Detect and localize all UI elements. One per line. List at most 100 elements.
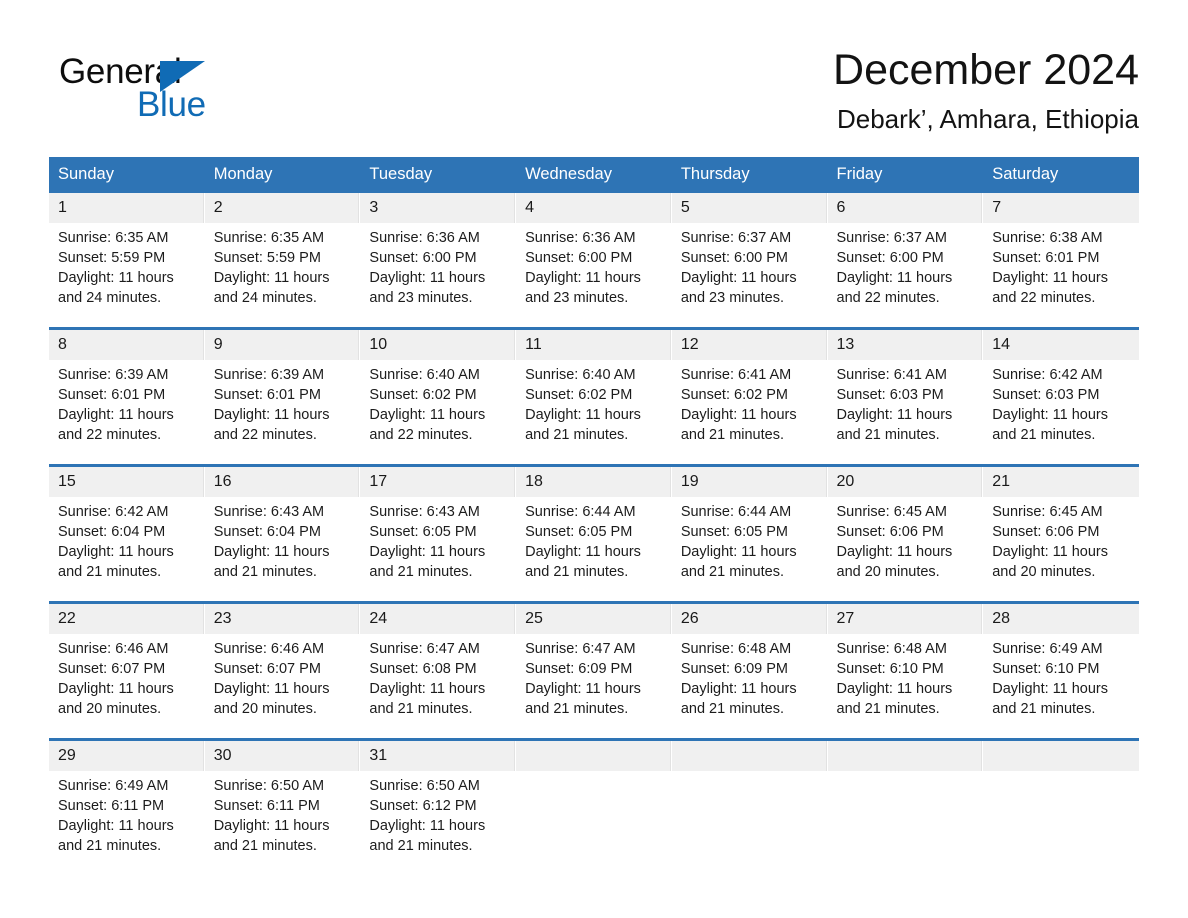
week-row: 29 Sunrise: 6:49 AM Sunset: 6:11 PM Dayl… <box>49 738 1139 857</box>
sunset-text: Sunset: 6:11 PM <box>58 798 165 814</box>
day-number: 29 <box>49 741 204 771</box>
week-row: 15 Sunrise: 6:42 AM Sunset: 6:04 PM Dayl… <box>49 464 1139 583</box>
day-number: 28 <box>983 604 1139 634</box>
day-details: Sunrise: 6:44 AM Sunset: 6:05 PM Dayligh… <box>516 497 671 582</box>
day-cell[interactable]: 9 Sunrise: 6:39 AM Sunset: 6:01 PM Dayli… <box>204 330 361 446</box>
sunrise-text: Sunrise: 6:36 AM <box>525 230 636 246</box>
sunrise-text: Sunrise: 6:44 AM <box>680 504 792 520</box>
day-cell[interactable]: 24 Sunrise: 6:47 AM Sunset: 6:08 PM Dayl… <box>360 604 517 720</box>
day-details: Sunrise: 6:45 AM Sunset: 6:06 PM Dayligh… <box>983 497 1139 582</box>
sunrise-text: Sunrise: 6:37 AM <box>680 230 792 246</box>
day-cell[interactable]: 19 Sunrise: 6:44 AM Sunset: 6:05 PM Dayl… <box>671 467 828 583</box>
day-cell[interactable]: 20 Sunrise: 6:45 AM Sunset: 6:06 PM Dayl… <box>827 467 984 583</box>
day-number: 5 <box>671 193 827 223</box>
day-number <box>516 741 671 771</box>
day-cell[interactable]: 15 Sunrise: 6:42 AM Sunset: 6:04 PM Dayl… <box>49 467 205 583</box>
day-cell[interactable]: 14 Sunrise: 6:42 AM Sunset: 6:03 PM Dayl… <box>983 330 1139 446</box>
day-cell[interactable]: 10 Sunrise: 6:40 AM Sunset: 6:02 PM Dayl… <box>360 330 517 446</box>
day-details: Sunrise: 6:36 AM Sunset: 6:00 PM Dayligh… <box>516 223 671 308</box>
day-cell[interactable]: 30 Sunrise: 6:50 AM Sunset: 6:11 PM Dayl… <box>204 741 361 857</box>
day-details: Sunrise: 6:49 AM Sunset: 6:11 PM Dayligh… <box>49 771 204 856</box>
week-spacer <box>49 720 1139 740</box>
daylight-text-line1: Daylight: 11 hours <box>680 681 797 697</box>
day-cell[interactable]: 28 Sunrise: 6:49 AM Sunset: 6:10 PM Dayl… <box>983 604 1139 720</box>
day-cell[interactable]: 6 Sunrise: 6:37 AM Sunset: 6:00 PM Dayli… <box>827 193 984 309</box>
daylight-text-line1: Daylight: 11 hours <box>58 544 174 560</box>
daylight-text-line2: and 23 minutes. <box>680 290 784 306</box>
sunrise-text: Sunrise: 6:39 AM <box>58 367 169 383</box>
daylight-text-line2: and 20 minutes. <box>992 564 1096 580</box>
sunset-text: Sunset: 6:02 PM <box>525 387 633 403</box>
sunrise-text: Sunrise: 6:38 AM <box>992 230 1103 246</box>
day-details <box>828 771 983 776</box>
day-cell[interactable]: 16 Sunrise: 6:43 AM Sunset: 6:04 PM Dayl… <box>204 467 361 583</box>
daylight-text-line1: Daylight: 11 hours <box>836 407 953 423</box>
sunrise-text: Sunrise: 6:48 AM <box>680 641 792 657</box>
title-block: December 2024 Debark’, Amhara, Ethiopia <box>833 44 1139 136</box>
page-title: December 2024 <box>833 46 1139 94</box>
sunrise-text: Sunrise: 6:41 AM <box>836 367 947 383</box>
sunset-text: Sunset: 6:02 PM <box>680 387 789 403</box>
sunrise-text: Sunrise: 6:44 AM <box>525 504 636 520</box>
day-cell[interactable]: 17 Sunrise: 6:43 AM Sunset: 6:05 PM Dayl… <box>360 467 517 583</box>
day-details: Sunrise: 6:40 AM Sunset: 6:02 PM Dayligh… <box>360 360 515 445</box>
day-details: Sunrise: 6:50 AM Sunset: 6:12 PM Dayligh… <box>360 771 515 856</box>
day-cell[interactable]: 27 Sunrise: 6:48 AM Sunset: 6:10 PM Dayl… <box>827 604 984 720</box>
day-cell[interactable]: 13 Sunrise: 6:41 AM Sunset: 6:03 PM Dayl… <box>827 330 984 446</box>
day-cell[interactable]: 25 Sunrise: 6:47 AM Sunset: 6:09 PM Dayl… <box>516 604 672 720</box>
day-cell[interactable]: 4 Sunrise: 6:36 AM Sunset: 6:00 PM Dayli… <box>516 193 672 309</box>
day-number: 14 <box>983 330 1139 360</box>
sunrise-text: Sunrise: 6:42 AM <box>992 367 1103 383</box>
calendar-body: 1 Sunrise: 6:35 AM Sunset: 5:59 PM Dayli… <box>49 193 1139 857</box>
sunset-text: Sunset: 6:09 PM <box>680 661 789 677</box>
daylight-text-line2: and 21 minutes. <box>525 564 629 580</box>
daylight-text-line1: Daylight: 11 hours <box>213 681 330 697</box>
sunset-text: Sunset: 5:59 PM <box>213 250 321 266</box>
day-number: 31 <box>360 741 516 771</box>
day-details: Sunrise: 6:44 AM Sunset: 6:05 PM Dayligh… <box>672 497 827 582</box>
day-cell[interactable]: 18 Sunrise: 6:44 AM Sunset: 6:05 PM Dayl… <box>516 467 672 583</box>
day-details <box>983 771 1139 776</box>
day-cell[interactable]: 7 Sunrise: 6:38 AM Sunset: 6:01 PM Dayli… <box>983 193 1139 309</box>
sunset-text: Sunset: 6:10 PM <box>992 661 1100 677</box>
day-cell[interactable]: 2 Sunrise: 6:35 AM Sunset: 5:59 PM Dayli… <box>204 193 361 309</box>
day-details: Sunrise: 6:49 AM Sunset: 6:10 PM Dayligh… <box>983 634 1139 719</box>
brand-logo[interactable]: General Blue <box>59 52 359 132</box>
day-details: Sunrise: 6:46 AM Sunset: 6:07 PM Dayligh… <box>205 634 360 719</box>
day-cell[interactable]: 29 Sunrise: 6:49 AM Sunset: 6:11 PM Dayl… <box>49 741 205 857</box>
week-row: 22 Sunrise: 6:46 AM Sunset: 6:07 PM Dayl… <box>49 601 1139 720</box>
day-details: Sunrise: 6:42 AM Sunset: 6:04 PM Dayligh… <box>49 497 204 582</box>
day-number: 6 <box>827 193 983 223</box>
day-cell[interactable]: 23 Sunrise: 6:46 AM Sunset: 6:07 PM Dayl… <box>204 604 361 720</box>
day-details: Sunrise: 6:41 AM Sunset: 6:03 PM Dayligh… <box>828 360 983 445</box>
day-cell[interactable]: 12 Sunrise: 6:41 AM Sunset: 6:02 PM Dayl… <box>671 330 828 446</box>
sunset-text: Sunset: 6:03 PM <box>992 387 1100 403</box>
daylight-text-line1: Daylight: 11 hours <box>369 818 486 834</box>
day-number: 16 <box>204 467 360 497</box>
day-number: 12 <box>671 330 827 360</box>
day-cell[interactable]: 1 Sunrise: 6:35 AM Sunset: 5:59 PM Dayli… <box>49 193 205 309</box>
sunset-text: Sunset: 6:06 PM <box>992 524 1100 540</box>
day-number: 21 <box>983 467 1139 497</box>
daylight-text-line2: and 21 minutes. <box>369 701 473 717</box>
sunset-text: Sunset: 6:01 PM <box>58 387 166 403</box>
day-details: Sunrise: 6:47 AM Sunset: 6:09 PM Dayligh… <box>516 634 671 719</box>
daylight-text-line2: and 22 minutes. <box>992 290 1096 306</box>
day-cell[interactable]: 22 Sunrise: 6:46 AM Sunset: 6:07 PM Dayl… <box>49 604 205 720</box>
day-cell[interactable]: 26 Sunrise: 6:48 AM Sunset: 6:09 PM Dayl… <box>671 604 828 720</box>
daylight-text-line1: Daylight: 11 hours <box>680 544 797 560</box>
day-cell[interactable]: 11 Sunrise: 6:40 AM Sunset: 6:02 PM Dayl… <box>516 330 672 446</box>
day-number: 24 <box>360 604 516 634</box>
day-number: 9 <box>204 330 360 360</box>
week-row: 1 Sunrise: 6:35 AM Sunset: 5:59 PM Dayli… <box>49 193 1139 309</box>
day-cell[interactable]: 5 Sunrise: 6:37 AM Sunset: 6:00 PM Dayli… <box>671 193 828 309</box>
daylight-text-line1: Daylight: 11 hours <box>58 270 174 286</box>
sunset-text: Sunset: 6:09 PM <box>525 661 633 677</box>
day-cell[interactable]: 8 Sunrise: 6:39 AM Sunset: 6:01 PM Dayli… <box>49 330 205 446</box>
day-cell[interactable]: 31 Sunrise: 6:50 AM Sunset: 6:12 PM Dayl… <box>360 741 517 857</box>
daylight-text-line2: and 21 minutes. <box>836 427 940 443</box>
day-cell[interactable]: 3 Sunrise: 6:36 AM Sunset: 6:00 PM Dayli… <box>360 193 517 309</box>
day-cell[interactable]: 21 Sunrise: 6:45 AM Sunset: 6:06 PM Dayl… <box>983 467 1139 583</box>
sunset-text: Sunset: 6:02 PM <box>369 387 477 403</box>
day-number <box>827 741 983 771</box>
